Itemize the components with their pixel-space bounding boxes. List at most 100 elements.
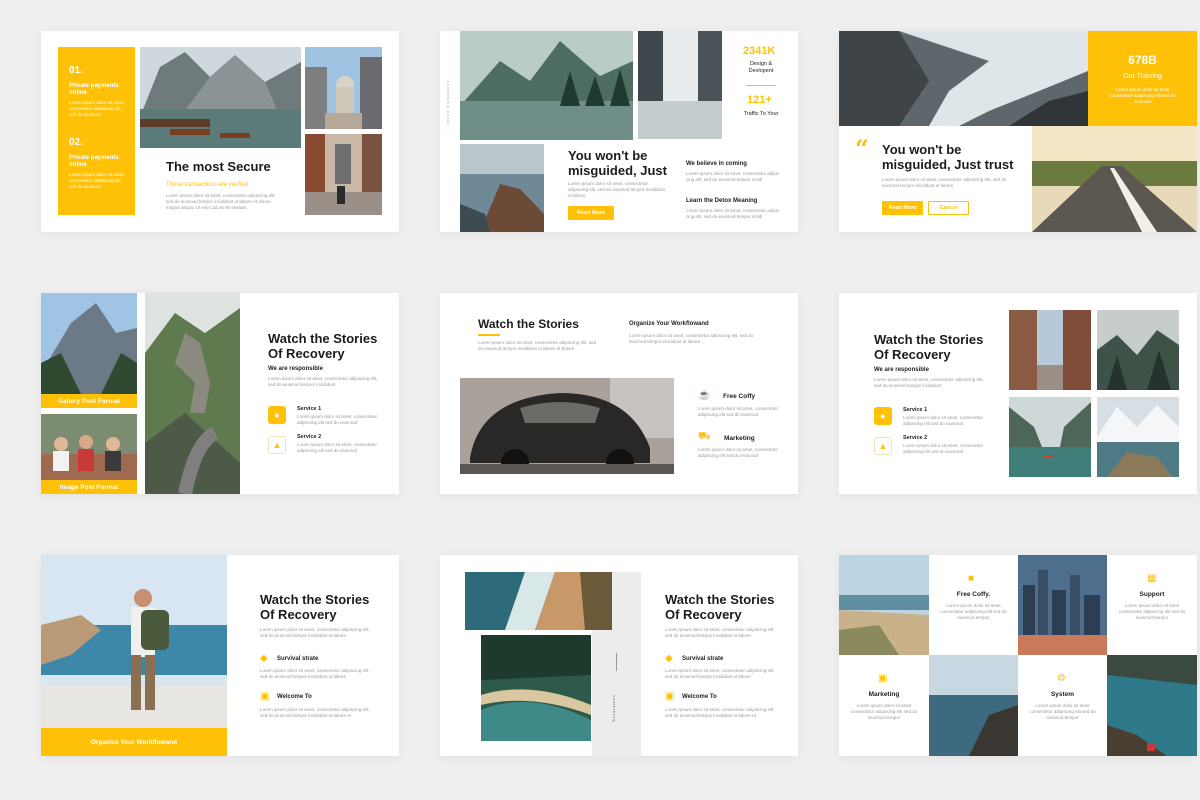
service1-label: Service 1	[297, 406, 322, 412]
rocky-sea-photo	[929, 655, 1018, 756]
camera-icon: ▣	[260, 691, 270, 702]
bell-icon: ▲	[874, 437, 892, 455]
slide-subheading: We are responsible	[268, 366, 323, 372]
feature2-label: Welcome To	[277, 694, 312, 700]
calendar-icon: ▦	[1147, 573, 1157, 584]
quote-icon: “	[855, 134, 869, 163]
feature1-label: Survival strate	[682, 656, 724, 662]
slide-stories-hiker[interactable]: Organize Your Workflowand Watch the Stor…	[41, 555, 399, 756]
slide-gallery[interactable]: Gallery Post Format Image Post Format Wa…	[41, 293, 399, 494]
city-skyline-photo	[1018, 555, 1107, 655]
camera-icon: ▣	[665, 691, 675, 702]
heading-2-body: Lorem ipsum dolor sit amet, consectetur …	[686, 208, 780, 219]
service1-body: Lorem ipsum dolor sit amet, consectetur …	[903, 415, 984, 426]
right-body: Lorem ipsum dolor sit amet, consectetur …	[629, 333, 754, 344]
waterfall-photo	[638, 31, 722, 139]
slide-body: Lorem ipsum dolor sit amet, consectetur …	[882, 177, 1007, 188]
stat-panel: 678B Our Training Lorem ipsum dolor sit …	[1088, 31, 1197, 126]
list-number-1: 01.	[69, 65, 83, 76]
heading-1-body: Lorem ipsum dolor sit amet, consectetur …	[686, 171, 780, 182]
feature2-label: Welcome To	[682, 694, 717, 700]
caption-image: Image Post Format	[41, 480, 137, 494]
people-photo	[41, 414, 137, 480]
read-more-button[interactable]: Read More	[568, 206, 614, 220]
service1-label: Service 1	[903, 407, 928, 413]
slide-title: The most Secure	[166, 159, 271, 174]
feature2-body: Lorem ipsum dolor sit amet, consectetur …	[698, 447, 779, 458]
slide-stories-grid[interactable]: Watch the Stories Of Recovery We are res…	[839, 293, 1197, 494]
slide-stories-coast[interactable]: something Watch the Stories Of Recovery …	[440, 555, 798, 756]
city-street-photo	[305, 47, 382, 129]
stat-value: 678B	[1128, 53, 1157, 67]
valley-mountain-photo	[41, 293, 137, 394]
heading-2: Learn the Detox Meaning	[686, 198, 758, 204]
slide-stories-car[interactable]: Watch the Stories Lorem ipsum dolor sit …	[440, 293, 798, 494]
cancel-button[interactable]: Cancel	[928, 201, 969, 215]
slide-body: Lorem ipsum dolor sit amet, consectetur …	[166, 193, 276, 210]
lake-dock-photo	[140, 47, 301, 148]
vertical-tagline: something	[612, 695, 617, 723]
tag-icon: ◆	[665, 653, 673, 664]
slide-body: Lorem ipsum dolor sit amet, consectetur …	[478, 340, 597, 351]
slide-secure[interactable]: 01. Private payments online Lorem ipsum …	[41, 31, 399, 232]
aerial-beach-photo	[465, 572, 612, 630]
coastal-cliff-photo	[1107, 655, 1197, 756]
coast-cliff-photo	[460, 144, 544, 232]
forest-river-photo	[481, 635, 591, 741]
list-item-2-body: Lorem ipsum dolor sit amet, consectetur …	[69, 172, 125, 189]
slide-misguided[interactable]: 2341K Design & Devlopent 121+ Traffic To…	[440, 31, 798, 232]
card-title: Marketing	[868, 691, 900, 698]
card-support: ▦ Support Lorem ipsum dolor sit amet con…	[1107, 555, 1197, 655]
caption-workflow: Organize Your Workflowand	[41, 728, 227, 756]
slide-services-grid[interactable]: ■ Free Coffy. Lorem ipsum dolor sit amet…	[839, 555, 1197, 756]
stat2-value: 121+	[747, 94, 772, 106]
heading-1: We believe in coming	[686, 161, 747, 167]
users-icon: ●	[268, 406, 286, 424]
list-item-1: Private payments online	[69, 83, 119, 96]
card-title: Free Coffy.	[956, 591, 991, 598]
feature1-body: Lorem ipsum dolor sit amet, consectetur …	[665, 668, 775, 679]
vertical-line	[616, 653, 617, 671]
glacier-photo	[839, 31, 1088, 126]
slide-title: Watch the Stories Of Recovery	[874, 332, 984, 362]
mountain-lake-photo	[460, 31, 633, 140]
slide-subtitle: These transactions are verified	[166, 182, 249, 188]
card-body: Lorem ipsum dolor sit amet consectetur a…	[1118, 603, 1186, 620]
slide-title: You won't be misguided, Just trust	[882, 142, 1014, 172]
slide-title: Watch the Stories Of Recovery	[268, 331, 378, 361]
slide-body: Lorem ipsum dolor sit amet, consectetur …	[268, 376, 378, 387]
street-photo	[1009, 310, 1091, 390]
tag-icon: ◆	[260, 653, 268, 664]
stat-body: Lorem ipsum dolor sit amet consectetur a…	[1109, 87, 1176, 104]
bell-icon: ▲	[268, 436, 286, 454]
list-number-2: 02.	[69, 137, 83, 148]
read-more-button[interactable]: Read More	[882, 201, 923, 215]
card-free-coffy: ■ Free Coffy. Lorem ipsum dolor sit amet…	[929, 555, 1018, 655]
title-underline	[478, 334, 500, 336]
card-marketing: ▣ Marketing Lorem ipsum dolor sit amet c…	[839, 655, 929, 756]
card-body: Lorem ipsum dolor sit amet consectetur a…	[850, 703, 918, 720]
slide-title: Watch the Stories Of Recovery	[665, 592, 775, 622]
feature2-label: Marketing	[724, 435, 755, 442]
slide-title: You won't be misguided, Just	[568, 148, 667, 178]
gear-icon: ⚙	[1057, 673, 1066, 684]
stat-label: Our Training	[1123, 73, 1162, 80]
feature2-body: Lorem ipsum dolor sit amet, consectetur …	[665, 707, 775, 718]
snowy-lake-photo	[1097, 397, 1179, 477]
coffee-icon: ☕	[698, 390, 711, 401]
caption-gallery: Gallery Post Format	[41, 394, 137, 408]
taxi-icon: ⛟	[698, 431, 711, 442]
chat-icon: ■	[968, 573, 975, 584]
right-title: Organize Your Workflowand	[629, 321, 709, 327]
service2-label: Service 2	[297, 434, 322, 440]
bridge-street-photo	[305, 134, 382, 215]
stat-divider	[746, 85, 776, 86]
service2-body: Lorem ipsum dolor sit amet, consectetur …	[297, 442, 378, 453]
stat1-label: Design & Devlopent	[748, 61, 774, 74]
service2-body: Lorem ipsum dolor sit amet, consectetur …	[903, 443, 984, 454]
stat2-label: Traffic To Your	[743, 111, 779, 117]
slide-body: Lorem ipsum dolor sit amet, consectetur …	[665, 627, 775, 638]
slide-training[interactable]: 678B Our Training Lorem ipsum dolor sit …	[839, 31, 1197, 232]
slide-title: Watch the Stories Of Recovery	[260, 592, 370, 622]
fjord-kayak-photo	[1009, 397, 1091, 477]
